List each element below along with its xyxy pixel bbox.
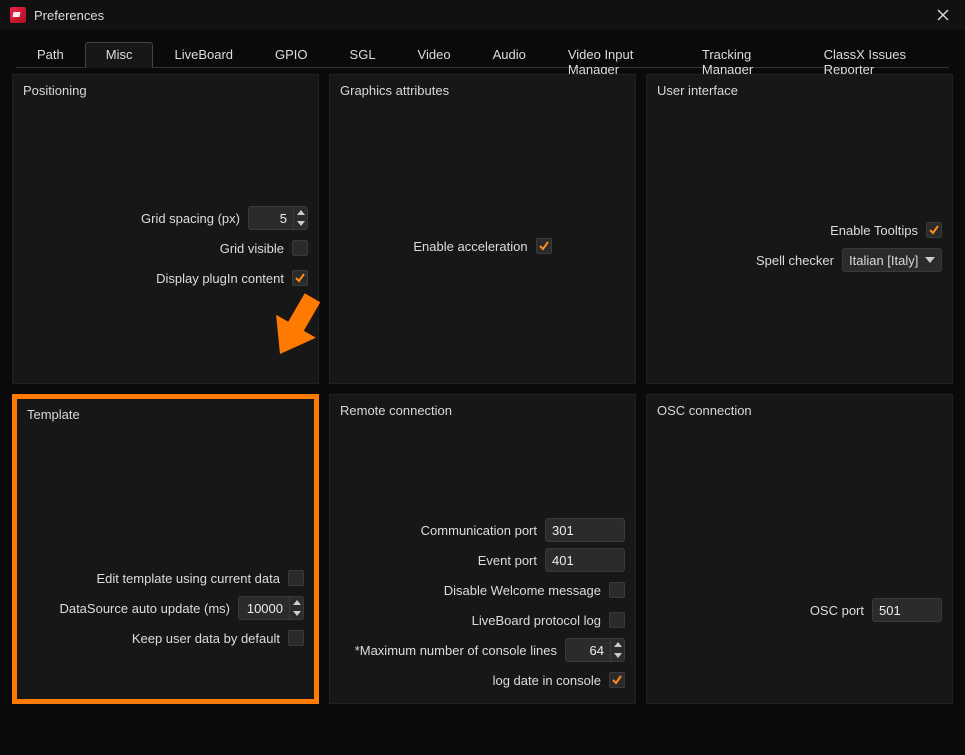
edit-template-checkbox[interactable] <box>288 570 304 586</box>
tab-path[interactable]: Path <box>16 42 85 68</box>
tab-tracking-manager[interactable]: Tracking Manager <box>681 42 803 68</box>
enable-tooltips-checkbox[interactable] <box>926 222 942 238</box>
chevron-up-icon <box>297 210 305 215</box>
comm-port-input[interactable] <box>546 519 624 541</box>
osc-port-field[interactable] <box>872 598 942 622</box>
max-console-lines-input[interactable] <box>566 639 610 661</box>
chevron-down-icon <box>297 221 305 226</box>
enable-tooltips-label: Enable Tooltips <box>830 223 918 238</box>
comm-port-label: Communication port <box>421 523 537 538</box>
chevron-down-icon <box>925 257 935 263</box>
spell-checker-select[interactable]: Italian [Italy] <box>842 248 942 272</box>
grid-visible-checkbox[interactable] <box>292 240 308 256</box>
osc-port-input[interactable] <box>873 599 941 621</box>
osc-port-label: OSC port <box>810 603 864 618</box>
tab-gpio[interactable]: GPIO <box>254 42 329 68</box>
event-port-field[interactable] <box>545 548 625 572</box>
grid-spacing-up[interactable] <box>294 207 307 218</box>
tab-video-input-manager[interactable]: Video Input Manager <box>547 42 681 68</box>
close-icon <box>937 9 949 21</box>
app-icon <box>10 7 26 23</box>
grid-spacing-down[interactable] <box>294 218 307 229</box>
chevron-down-icon <box>614 653 622 658</box>
grid-visible-label: Grid visible <box>220 241 284 256</box>
panel-remote: Remote connection Communication port Eve… <box>329 394 636 704</box>
enable-accel-label: Enable acceleration <box>413 239 527 254</box>
tabs-bar: Path Misc LiveBoard GPIO SGL Video Audio… <box>16 42 949 68</box>
disable-welcome-checkbox[interactable] <box>609 582 625 598</box>
panel-template: Template Edit template using current dat… <box>12 394 319 704</box>
tab-sgl[interactable]: SGL <box>329 42 397 68</box>
log-date-console-label: log date in console <box>493 673 601 688</box>
display-plugin-checkbox[interactable] <box>292 270 308 286</box>
max-console-lines-down[interactable] <box>611 650 624 661</box>
event-port-input[interactable] <box>546 549 624 571</box>
display-plugin-label: Display plugIn content <box>156 271 284 286</box>
panel-graphics: Graphics attributes Enable acceleration <box>329 74 636 384</box>
datasource-auto-label: DataSource auto update (ms) <box>59 601 230 616</box>
max-console-lines-stepper[interactable] <box>565 638 625 662</box>
liveboard-protocol-log-checkbox[interactable] <box>609 612 625 628</box>
edit-template-label: Edit template using current data <box>96 571 280 586</box>
panel-title-osc: OSC connection <box>657 403 942 418</box>
liveboard-protocol-log-label: LiveBoard protocol log <box>472 613 601 628</box>
datasource-auto-down[interactable] <box>290 608 303 619</box>
close-button[interactable] <box>931 3 955 27</box>
datasource-auto-input[interactable] <box>239 597 289 619</box>
keep-user-data-checkbox[interactable] <box>288 630 304 646</box>
panel-positioning: Positioning Grid spacing (px) Grid visib… <box>12 74 319 384</box>
tab-classx-issues-reporter[interactable]: ClassX Issues Reporter <box>803 42 949 68</box>
log-date-console-checkbox[interactable] <box>609 672 625 688</box>
grid-spacing-label: Grid spacing (px) <box>141 211 240 226</box>
chevron-up-icon <box>293 600 301 605</box>
titlebar: Preferences <box>0 0 965 30</box>
content-grid: Positioning Grid spacing (px) Grid visib… <box>0 68 965 714</box>
window-title: Preferences <box>34 8 931 23</box>
panel-title-graphics: Graphics attributes <box>340 83 625 98</box>
max-console-lines-up[interactable] <box>611 639 624 650</box>
enable-accel-checkbox[interactable] <box>536 238 552 254</box>
tab-video[interactable]: Video <box>397 42 472 68</box>
chevron-up-icon <box>614 642 622 647</box>
max-console-lines-label: *Maximum number of console lines <box>355 643 557 658</box>
panel-osc: OSC connection OSC port <box>646 394 953 704</box>
event-port-label: Event port <box>478 553 537 568</box>
tab-misc[interactable]: Misc <box>85 42 154 68</box>
spell-checker-label: Spell checker <box>756 253 834 268</box>
panel-title-ui: User interface <box>657 83 942 98</box>
tab-liveboard[interactable]: LiveBoard <box>153 42 254 68</box>
comm-port-field[interactable] <box>545 518 625 542</box>
panel-title-template: Template <box>27 407 304 422</box>
grid-spacing-input[interactable] <box>249 207 293 229</box>
datasource-auto-up[interactable] <box>290 597 303 608</box>
panel-title-positioning: Positioning <box>23 83 308 98</box>
grid-spacing-stepper[interactable] <box>248 206 308 230</box>
keep-user-data-label: Keep user data by default <box>132 631 280 646</box>
panel-ui: User interface Enable Tooltips Spell che… <box>646 74 953 384</box>
spell-checker-value: Italian [Italy] <box>849 253 918 268</box>
disable-welcome-label: Disable Welcome message <box>444 583 601 598</box>
panel-title-remote: Remote connection <box>340 403 625 418</box>
tab-audio[interactable]: Audio <box>472 42 547 68</box>
datasource-auto-stepper[interactable] <box>238 596 304 620</box>
chevron-down-icon <box>293 611 301 616</box>
